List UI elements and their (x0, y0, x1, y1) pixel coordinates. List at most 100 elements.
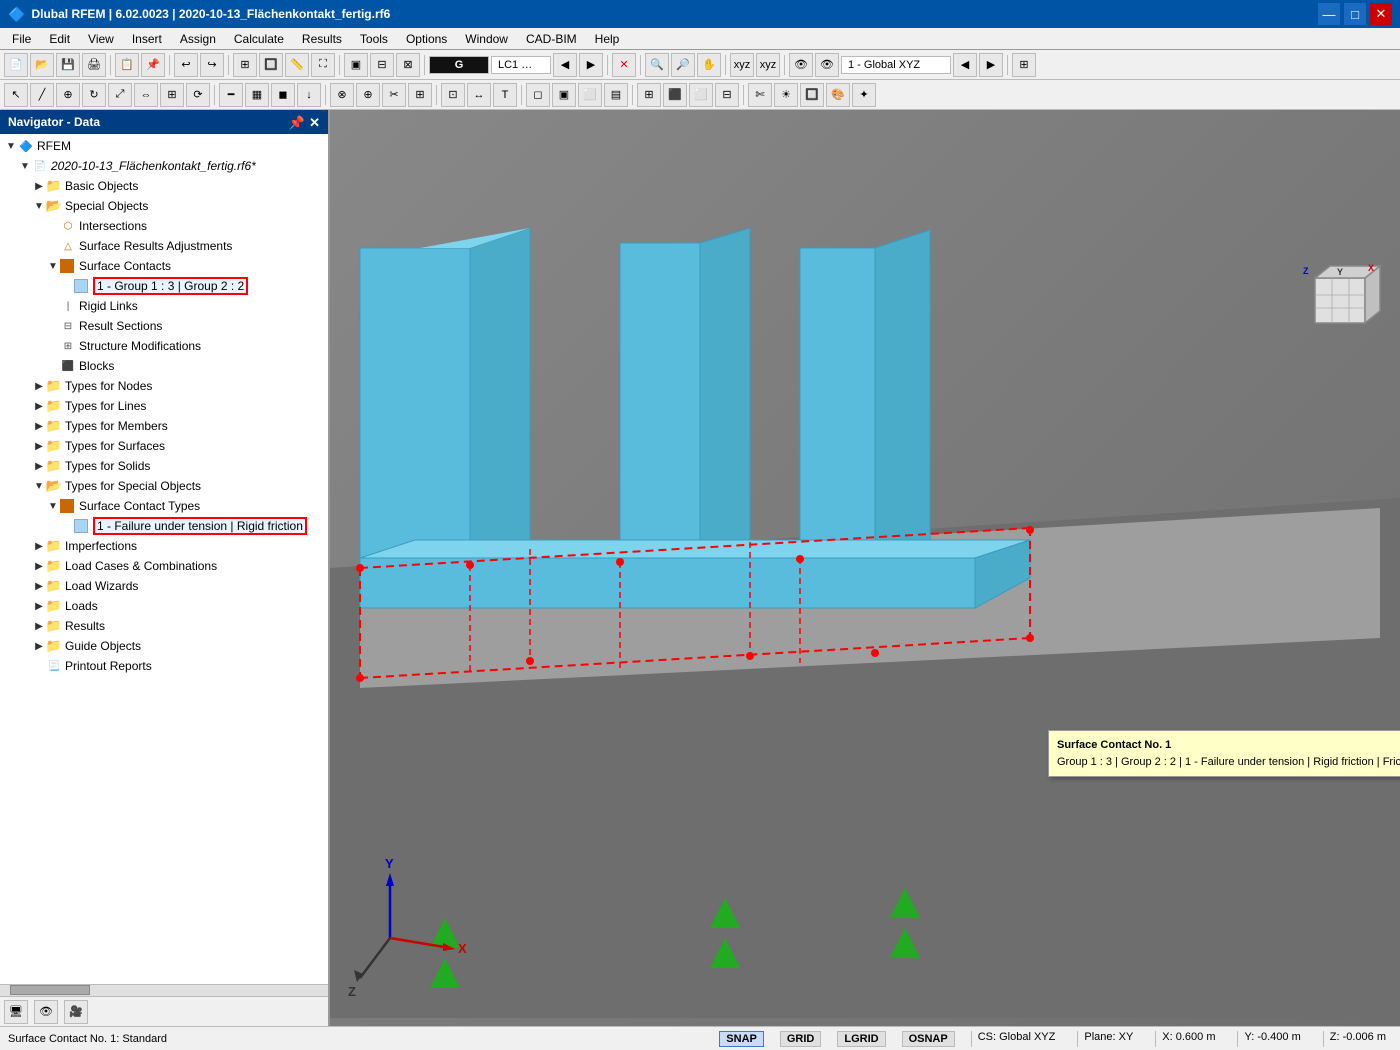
tb2-solid[interactable]: ◼ (271, 83, 295, 107)
tree-guide-objects[interactable]: ▶ 📁 Guide Objects (0, 636, 328, 656)
tb2-mat[interactable]: 🔲 (800, 83, 824, 107)
tb-open[interactable]: 📂 (30, 53, 54, 77)
tree-surface-contacts[interactable]: ▼ Surface Contacts (0, 256, 328, 276)
menu-assign[interactable]: Assign (172, 30, 224, 48)
tree-basic-objects[interactable]: ▶ 📁 Basic Objects (0, 176, 328, 196)
tb-eye1[interactable]: 👁 (789, 53, 813, 77)
nav-icon2[interactable]: 👁 (34, 1000, 58, 1024)
tb2-surface[interactable]: ▦ (245, 83, 269, 107)
tb2-section[interactable]: ⊟ (715, 83, 739, 107)
tb-copy[interactable]: 📋 (115, 53, 139, 77)
tb2-fx[interactable]: ✦ (852, 83, 876, 107)
menu-help[interactable]: Help (587, 30, 628, 48)
tree-structure-mod[interactable]: ▶ ⊞ Structure Modifications (0, 336, 328, 356)
menu-calculate[interactable]: Calculate (226, 30, 292, 48)
tb-undo[interactable]: ↩ (174, 53, 198, 77)
tb-redo[interactable]: ↪ (200, 53, 224, 77)
tb2-node[interactable]: ⊕ (56, 83, 80, 107)
tb2-load[interactable]: ↓ (297, 83, 321, 107)
tb2-dim[interactable]: ↔ (467, 83, 491, 107)
tb-zoom-in[interactable]: 🔍 (645, 53, 669, 77)
tb-stop[interactable]: ✕ (612, 53, 636, 77)
tb-pan[interactable]: ✋ (697, 53, 721, 77)
tb-grid[interactable]: ⊞ (233, 53, 257, 77)
tree-special-objects[interactable]: ▼ 📂 Special Objects (0, 196, 328, 216)
tb2-color[interactable]: 🎨 (826, 83, 850, 107)
tb2-view-top[interactable]: ▣ (552, 83, 576, 107)
tree-loads[interactable]: ▶ 📁 Loads (0, 596, 328, 616)
tree-rigid-links[interactable]: ▶ | Rigid Links (0, 296, 328, 316)
tree-results[interactable]: ▶ 📁 Results (0, 616, 328, 636)
tb-display[interactable]: ⊞ (1012, 53, 1036, 77)
nav-pin-button[interactable]: 📌 (289, 116, 305, 129)
tree-printout-reports[interactable]: ▶ 📃 Printout Reports (0, 656, 328, 676)
nav-icon1[interactable]: 🖥 (4, 1000, 28, 1024)
tree-result-sections[interactable]: ▶ ⊟ Result Sections (0, 316, 328, 336)
tree-types-surfaces[interactable]: ▶ 📁 Types for Surfaces (0, 436, 328, 456)
tb2-move[interactable]: ⤢ (108, 83, 132, 107)
tb-print[interactable]: 🖨 (82, 53, 106, 77)
tb-eye2[interactable]: 👁 (815, 53, 839, 77)
menu-file[interactable]: File (4, 30, 39, 48)
tb2-offset[interactable]: ⊞ (408, 83, 432, 107)
tb-next[interactable]: ▶ (579, 53, 603, 77)
menu-insert[interactable]: Insert (124, 30, 170, 48)
tree-surface-contact-types[interactable]: ▼ Surface Contact Types (0, 496, 328, 516)
tb2-boolean[interactable]: ⊕ (356, 83, 380, 107)
tb-coord-next[interactable]: ▶ (979, 53, 1003, 77)
tree-imperfections[interactable]: ▶ 📁 Imperfections (0, 536, 328, 556)
tree-load-wizards[interactable]: ▶ 📁 Load Wizards (0, 576, 328, 596)
nav-scrollbar-thumb[interactable] (10, 985, 90, 995)
tb2-wire[interactable]: ⊞ (637, 83, 661, 107)
tb2-view-iso[interactable]: ▤ (604, 83, 628, 107)
tb2-mirror[interactable]: ⇔ (134, 83, 158, 107)
tree-types-lines[interactable]: ▶ 📁 Types for Lines (0, 396, 328, 416)
tb-new[interactable]: 📄 (4, 53, 28, 77)
tb2-line[interactable]: ╱ (30, 83, 54, 107)
tree-rfem-root[interactable]: ▼ 🔷 RFEM (0, 136, 328, 156)
tree-intersections[interactable]: ▶ ⬡ Intersections (0, 216, 328, 236)
tree-surface-results-adj[interactable]: ▶ △ Surface Results Adjustments (0, 236, 328, 256)
tb-zoom-out[interactable]: 🔎 (671, 53, 695, 77)
minimize-button[interactable]: — (1318, 3, 1340, 25)
menu-window[interactable]: Window (457, 30, 516, 48)
tb-save[interactable]: 💾 (56, 53, 80, 77)
menu-edit[interactable]: Edit (41, 30, 78, 48)
tb-zoom-fit[interactable]: ⛶ (311, 53, 335, 77)
lgrid-button[interactable]: LGRID (837, 1031, 885, 1047)
tree-types-solids[interactable]: ▶ 📁 Types for Solids (0, 456, 328, 476)
tree-sct-1[interactable]: ▶ 1 - Failure under tension | Rigid fric… (0, 516, 328, 536)
tb2-rotate[interactable]: ↻ (82, 83, 106, 107)
tb2-light[interactable]: ☀ (774, 83, 798, 107)
tb-snap[interactable]: 🔲 (259, 53, 283, 77)
nav-scrollbar-horizontal[interactable] (0, 984, 328, 996)
tb-view3[interactable]: ⊠ (396, 53, 420, 77)
grid-button[interactable]: GRID (780, 1031, 822, 1047)
menu-options[interactable]: Options (398, 30, 455, 48)
tree-surface-contact-1[interactable]: ▶ 1 - Group 1 : 3 | Group 2 : 2 (0, 276, 328, 296)
tree-blocks[interactable]: ▶ ⬛ Blocks (0, 356, 328, 376)
tree-load-cases[interactable]: ▶ 📁 Load Cases & Combinations (0, 556, 328, 576)
maximize-button[interactable]: □ (1344, 3, 1366, 25)
nav-close-button[interactable]: ✕ (309, 116, 320, 129)
tb2-constraint[interactable]: ⊡ (441, 83, 465, 107)
menu-view[interactable]: View (80, 30, 122, 48)
tb2-render[interactable]: ⬜ (689, 83, 713, 107)
tb2-intersect[interactable]: ⊗ (330, 83, 354, 107)
nav-icon3[interactable]: 🎥 (64, 1000, 88, 1024)
snap-button[interactable]: SNAP (719, 1031, 764, 1047)
tb2-member[interactable]: ━ (219, 83, 243, 107)
menu-cad-bim[interactable]: CAD-BIM (518, 30, 585, 48)
tree-file[interactable]: ▼ 📄 2020-10-13_Flächenkontakt_fertig.rf6… (0, 156, 328, 176)
close-button[interactable]: ✕ (1370, 3, 1392, 25)
menu-results[interactable]: Results (294, 30, 350, 48)
tb2-view-front[interactable]: ◻ (526, 83, 550, 107)
tb2-text[interactable]: T (493, 83, 517, 107)
tb2-trim[interactable]: ✂ (382, 83, 406, 107)
tb2-shade[interactable]: ⬛ (663, 83, 687, 107)
menu-tools[interactable]: Tools (352, 30, 396, 48)
tb2-scale[interactable]: ⊞ (160, 83, 184, 107)
tb2-clipping[interactable]: ✄ (748, 83, 772, 107)
tb-coord-prev[interactable]: ◀ (953, 53, 977, 77)
tree-types-nodes[interactable]: ▶ 📁 Types for Nodes (0, 376, 328, 396)
